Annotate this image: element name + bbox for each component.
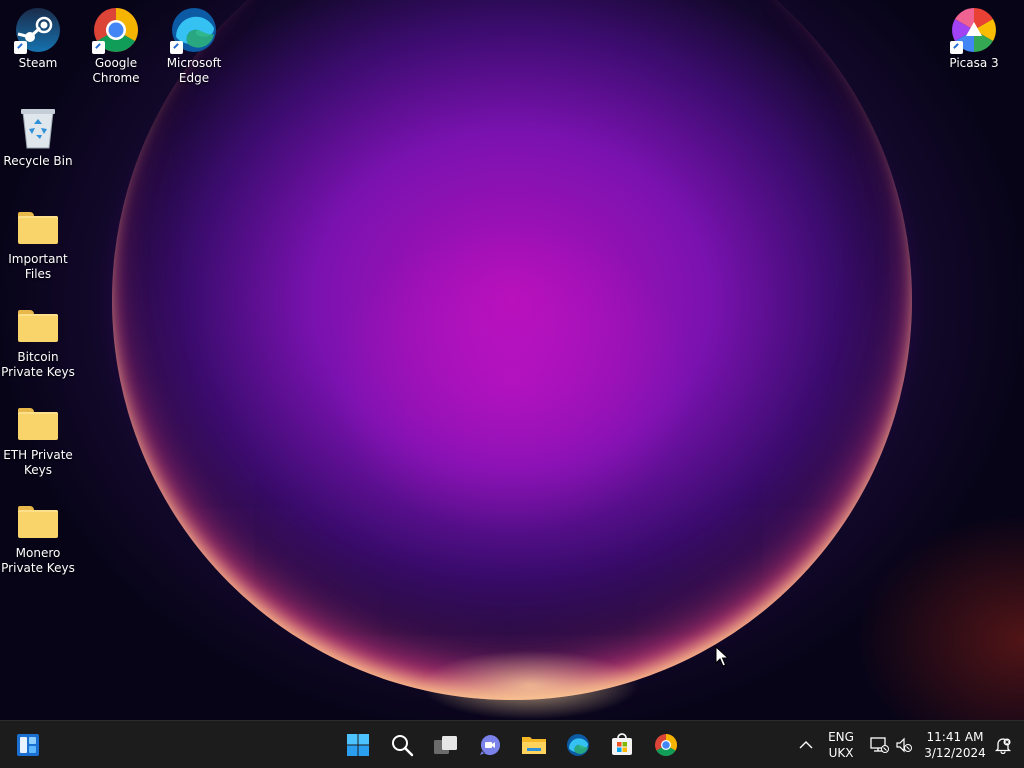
picasa-icon — [950, 6, 998, 54]
clock-time: 11:41 AM — [926, 730, 984, 744]
file-explorer-icon — [522, 737, 546, 754]
folder-icon — [14, 300, 62, 348]
desktop-icon-eth-private-keys[interactable]: ETH Private Keys — [0, 398, 76, 478]
desktop-icon-label: Picasa 3 — [949, 56, 999, 70]
edge-icon — [567, 734, 589, 756]
chrome-icon — [655, 734, 677, 756]
task-view-icon — [434, 736, 457, 754]
show-hidden-icons-button[interactable] — [790, 725, 822, 765]
folder-icon — [14, 202, 62, 250]
start-button[interactable] — [338, 725, 378, 765]
desktop-icon-microsoft-edge[interactable]: Microsoft Edge — [156, 6, 232, 86]
chrome-icon — [92, 6, 140, 54]
steam-icon — [14, 6, 62, 54]
microsoft-store-icon — [612, 733, 632, 755]
folder-icon — [14, 496, 62, 544]
taskbar: ENG UKX 11:41 AM 3/12/2024 — [0, 720, 1024, 768]
clock-date: 3/12/2024 — [924, 746, 986, 760]
recycle-bin-icon — [14, 104, 62, 152]
widgets-button[interactable] — [8, 725, 48, 765]
desktop-icon-label: Recycle Bin — [3, 154, 73, 168]
desktop-icon-bitcoin-private-keys[interactable]: Bitcoin Private Keys — [0, 300, 76, 380]
edge-icon — [170, 6, 218, 54]
desktop-icon-label: Bitcoin Private Keys — [1, 350, 75, 379]
clock-button[interactable]: 11:41 AM 3/12/2024 — [922, 725, 988, 765]
notification-bell-icon — [994, 738, 1012, 754]
desktop-icon-monero-private-keys[interactable]: Monero Private Keys — [0, 496, 76, 576]
desktop-icon-label: Monero Private Keys — [1, 546, 75, 575]
volume-muted-icon — [896, 737, 912, 753]
quick-settings-button[interactable] — [864, 725, 918, 765]
wallpaper-orb — [112, 0, 912, 700]
mouse-cursor-icon — [715, 646, 729, 667]
keyboard-layout: UKX — [828, 746, 854, 760]
search-button[interactable] — [382, 725, 422, 765]
widgets-icon — [17, 734, 39, 756]
chat-icon — [480, 735, 500, 755]
wallpaper-glow — [420, 650, 640, 720]
desktop-icon-steam[interactable]: Steam — [0, 6, 76, 71]
desktop-icon-recycle-bin[interactable]: Recycle Bin — [0, 104, 76, 169]
desktop-icon-picasa[interactable]: Picasa 3 — [936, 6, 1012, 71]
task-view-button[interactable] — [426, 725, 466, 765]
folder-icon — [14, 398, 62, 446]
desktop-icon-label: Microsoft Edge — [166, 56, 222, 85]
desktop-icon-label: Important Files — [8, 252, 68, 281]
chrome-taskbar-button[interactable] — [646, 725, 686, 765]
desktop-icon-label: ETH Private Keys — [3, 448, 73, 477]
desktop-icon-label: Steam — [18, 56, 58, 70]
desktop[interactable]: Steam Google Chrome Microsoft Edge Picas… — [0, 0, 1024, 720]
chevron-up-icon — [799, 741, 813, 749]
network-disconnected-icon — [870, 737, 889, 753]
start-icon — [347, 734, 369, 756]
desktop-icon-label: Google Chrome — [92, 56, 140, 85]
desktop-icon-google-chrome[interactable]: Google Chrome — [78, 6, 154, 86]
edge-taskbar-button[interactable] — [558, 725, 598, 765]
language-code: ENG — [828, 730, 854, 744]
file-explorer-button[interactable] — [514, 725, 554, 765]
microsoft-store-button[interactable] — [602, 725, 642, 765]
language-indicator[interactable]: ENG UKX — [822, 725, 860, 765]
notifications-button[interactable] — [988, 725, 1018, 765]
chat-button[interactable] — [470, 725, 510, 765]
search-icon — [392, 735, 414, 757]
desktop-icon-important-files[interactable]: Important Files — [0, 202, 76, 282]
